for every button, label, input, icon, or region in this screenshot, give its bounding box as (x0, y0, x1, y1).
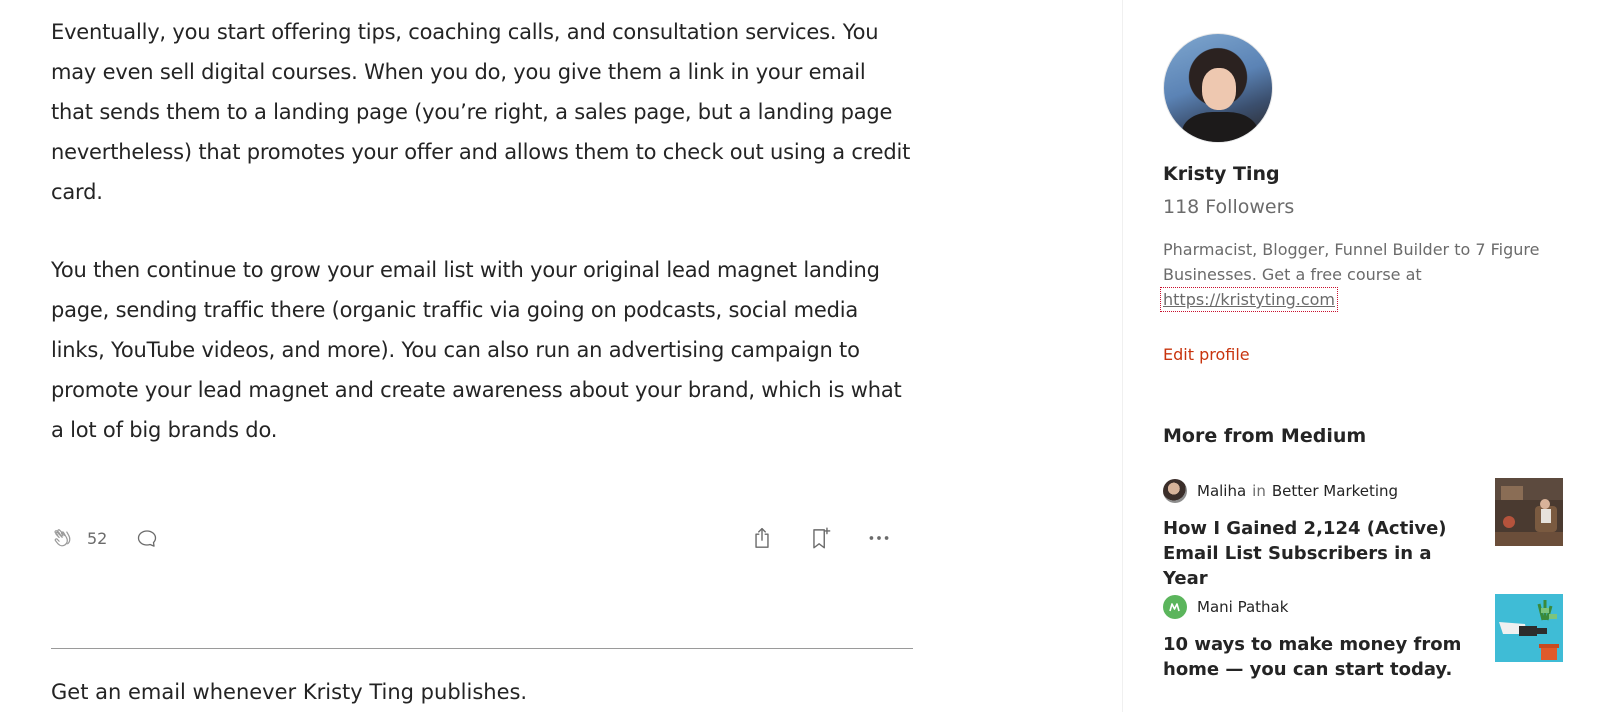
author-avatar[interactable] (1163, 595, 1187, 619)
share-button[interactable] (749, 520, 775, 556)
article-actions-bar: 52 (51, 520, 913, 556)
more-options-button[interactable] (866, 520, 892, 556)
article-paragraph: Eventually, you start offering tips, coa… (51, 20, 911, 204)
recommendation-publication[interactable]: Better Marketing (1272, 482, 1398, 500)
recommendation-item[interactable]: Maliha in Better Marketing How I Gained … (1163, 478, 1563, 591)
author-bio-text: Pharmacist, Blogger, Funnel Builder to 7… (1163, 240, 1540, 284)
clap-count: 52 (87, 528, 108, 548)
clap-button[interactable]: 52 (51, 520, 107, 556)
clap-icon (51, 525, 77, 551)
author-name[interactable]: Kristy Ting (1163, 163, 1280, 185)
share-icon (749, 525, 775, 551)
edit-profile-link[interactable]: Edit profile (1163, 345, 1250, 364)
author-website-link[interactable]: https://kristyting.com (1160, 287, 1338, 312)
article-body: Eventually, you start offering tips, coa… (51, 12, 913, 450)
author-avatar[interactable] (1163, 33, 1273, 143)
avatar-shape (1202, 68, 1236, 110)
sidebar: Kristy Ting 118 Followers Pharmacist, Bl… (1122, 0, 1600, 712)
recommendation-author[interactable]: Mani Pathak (1197, 598, 1288, 616)
recommendation-thumbnail[interactable] (1495, 594, 1563, 662)
bookmark-add-icon (808, 525, 834, 551)
author-bio: Pharmacist, Blogger, Funnel Builder to 7… (1160, 237, 1543, 312)
avatar-shape (1182, 112, 1258, 142)
recommendation-author[interactable]: Maliha (1197, 482, 1246, 500)
recommendation-item[interactable]: Mani Pathak 10 ways to make money from h… (1163, 594, 1563, 682)
subscribe-title: Get an email whenever Kristy Ting publis… (51, 680, 528, 704)
followers-count[interactable]: 118 Followers (1163, 196, 1294, 218)
in-label: in (1252, 482, 1266, 500)
recommendation-thumbnail[interactable] (1495, 478, 1563, 546)
comment-icon (135, 526, 159, 550)
author-avatar[interactable] (1163, 479, 1187, 503)
m-logo-icon (1169, 603, 1180, 612)
bookmark-button[interactable] (808, 520, 834, 556)
section-divider (51, 648, 913, 649)
more-from-medium-heading: More from Medium (1163, 425, 1367, 447)
article-paragraph: You then continue to grow your email lis… (51, 258, 902, 442)
comment-button[interactable] (135, 520, 159, 556)
recommendation-title[interactable]: 10 ways to make money from home — you ca… (1163, 632, 1473, 682)
more-horizontal-icon (866, 525, 892, 551)
recommendation-title[interactable]: How I Gained 2,124 (Active) Email List S… (1163, 516, 1473, 591)
